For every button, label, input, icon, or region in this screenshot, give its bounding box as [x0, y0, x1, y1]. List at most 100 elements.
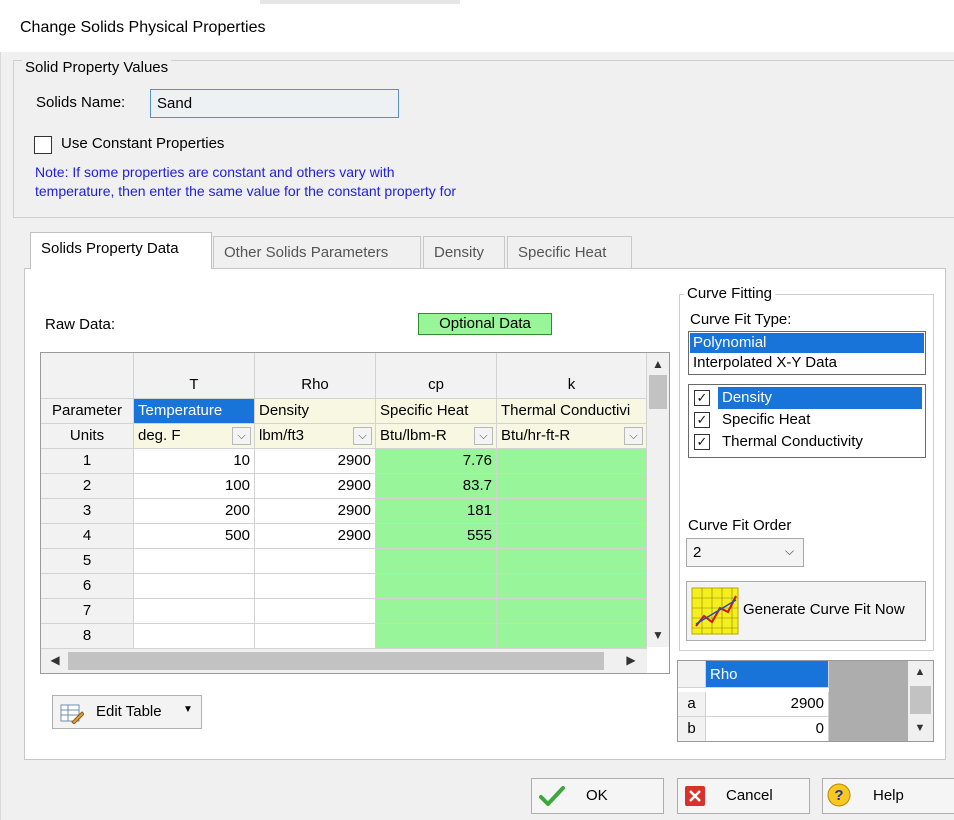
cell-thermal-conductivity[interactable]	[497, 574, 647, 599]
dropdown-icon[interactable]: ⌵	[624, 427, 643, 445]
column-symbol[interactable]: T	[134, 353, 255, 399]
coef-scroll-thumb[interactable]	[910, 686, 931, 714]
cell-thermal-conductivity[interactable]	[497, 599, 647, 624]
cell-thermal-conductivity[interactable]	[497, 549, 647, 574]
cancel-label[interactable]: Cancel	[726, 787, 773, 804]
units-dropdown[interactable]: lbm/ft3 ⌵	[255, 424, 376, 449]
tab-solids-property-data[interactable]: Solids Property Data	[30, 232, 212, 269]
solids-name-input[interactable]	[150, 89, 399, 118]
checkbox-checked-icon[interactable]: ✓	[694, 390, 710, 406]
cell-temperature[interactable]	[134, 549, 255, 574]
cell-temperature[interactable]	[134, 599, 255, 624]
solid-property-values-label: Solid Property Values	[22, 59, 172, 76]
use-constant-properties-label[interactable]: Use Constant Properties	[61, 135, 224, 152]
dropdown-icon[interactable]: ⌵	[474, 427, 493, 445]
help-icon: ?	[827, 783, 851, 807]
row-header-units: Units	[41, 424, 134, 449]
checkbox-checked-icon[interactable]: ✓	[694, 412, 710, 428]
parameter-cell[interactable]: Density	[255, 399, 376, 424]
coef-value[interactable]: 2900	[706, 692, 829, 717]
cell-specific-heat[interactable]	[376, 574, 497, 599]
row-number: 6	[41, 574, 134, 599]
parameter-cell[interactable]: Temperature	[134, 399, 255, 424]
checkmark-icon	[539, 786, 565, 806]
cell-thermal-conductivity[interactable]	[497, 499, 647, 524]
cell-density[interactable]	[255, 624, 376, 649]
tab-density[interactable]: Density	[423, 236, 505, 268]
property-item-thermal-conductivity[interactable]: ✓ Thermal Conductivity	[690, 431, 924, 453]
cell-temperature[interactable]: 200	[134, 499, 255, 524]
grid-horizontal-scroll-thumb[interactable]	[68, 652, 604, 670]
cell-density[interactable]: 2900	[255, 474, 376, 499]
cell-density[interactable]	[255, 599, 376, 624]
scroll-down-icon[interactable]: ▼	[911, 722, 929, 734]
edit-table-label[interactable]: Edit Table	[96, 703, 162, 720]
cell-temperature[interactable]: 10	[134, 449, 255, 474]
scroll-up-icon[interactable]: ▲	[911, 666, 929, 678]
property-label: Thermal Conductivity	[722, 433, 863, 450]
curve-fit-properties-list[interactable]: ✓ Density ✓ Specific Heat ✓ Thermal Cond…	[688, 384, 926, 458]
ok-label[interactable]: OK	[586, 787, 608, 804]
cell-temperature[interactable]: 500	[134, 524, 255, 549]
dropdown-icon[interactable]: ⌵	[232, 427, 251, 445]
cell-temperature[interactable]	[134, 624, 255, 649]
cell-thermal-conductivity[interactable]	[497, 449, 647, 474]
cell-specific-heat[interactable]	[376, 549, 497, 574]
cell-density[interactable]: 2900	[255, 449, 376, 474]
property-item-density[interactable]: ✓ Density	[690, 387, 924, 409]
cell-specific-heat[interactable]: 181	[376, 499, 497, 524]
generate-curve-fit-label[interactable]: Generate Curve Fit Now	[743, 601, 905, 618]
cell-specific-heat[interactable]: 555	[376, 524, 497, 549]
coef-column-header[interactable]: Rho	[706, 661, 829, 688]
cell-thermal-conductivity[interactable]	[497, 624, 647, 649]
property-item-specific-heat[interactable]: ✓ Specific Heat	[690, 409, 924, 431]
parameter-cell[interactable]: Thermal Conductivi	[497, 399, 647, 424]
help-label[interactable]: Help	[873, 787, 904, 804]
coef-value[interactable]: 0	[706, 717, 829, 741]
dropdown-icon[interactable]: ⌵	[353, 427, 372, 445]
cell-specific-heat[interactable]	[376, 624, 497, 649]
cell-thermal-conductivity[interactable]	[497, 474, 647, 499]
tab-label: Density	[434, 244, 485, 261]
units-dropdown[interactable]: Btu/hr-ft-R ⌵	[497, 424, 647, 449]
note-line-1: Note: If some properties are constant an…	[35, 164, 395, 180]
scroll-right-icon[interactable]: ▶	[622, 653, 640, 667]
curve-fit-type-list[interactable]: Polynomial Interpolated X-Y Data	[688, 331, 926, 375]
units-dropdown[interactable]: Btu/lbm-R ⌵	[376, 424, 497, 449]
parameter-cell[interactable]: Specific Heat	[376, 399, 497, 424]
scroll-left-icon[interactable]: ◀	[46, 653, 64, 667]
column-symbol[interactable]: k	[497, 353, 647, 399]
note-text: Note: If some properties are constant an…	[35, 163, 555, 201]
curve-fit-type-option[interactable]: Interpolated X-Y Data	[690, 353, 924, 373]
cell-specific-heat[interactable]: 7.76	[376, 449, 497, 474]
property-label: Density	[718, 387, 922, 409]
row-number: 7	[41, 599, 134, 624]
scroll-down-icon[interactable]: ▼	[649, 628, 667, 642]
cell-thermal-conductivity[interactable]	[497, 524, 647, 549]
units-dropdown[interactable]: deg. F ⌵	[134, 424, 255, 449]
caret-down-icon[interactable]: ▼	[183, 704, 193, 715]
cell-temperature[interactable]	[134, 574, 255, 599]
column-symbol[interactable]: cp	[376, 353, 497, 399]
cell-density[interactable]: 2900	[255, 524, 376, 549]
tab-label: Solids Property Data	[41, 240, 179, 257]
cell-density[interactable]	[255, 549, 376, 574]
tab-specific-heat[interactable]: Specific Heat	[507, 236, 632, 268]
chevron-down-icon[interactable]: ⌵	[785, 544, 794, 559]
grid-vertical-scroll-thumb[interactable]	[649, 375, 667, 409]
cell-density[interactable]: 2900	[255, 499, 376, 524]
cell-specific-heat[interactable]: 83.7	[376, 474, 497, 499]
use-constant-properties-checkbox[interactable]	[34, 136, 52, 154]
row-number: 1	[41, 449, 134, 474]
column-symbol[interactable]: Rho	[255, 353, 376, 399]
cell-specific-heat[interactable]	[376, 599, 497, 624]
cell-temperature[interactable]: 100	[134, 474, 255, 499]
units-value: Btu/hr-ft-R	[501, 427, 571, 444]
cell-density[interactable]	[255, 574, 376, 599]
curve-fit-type-option[interactable]: Polynomial	[690, 333, 924, 353]
scroll-up-icon[interactable]: ▲	[649, 357, 667, 371]
tab-other-solids-parameters[interactable]: Other Solids Parameters	[213, 236, 421, 268]
property-label: Specific Heat	[722, 411, 811, 428]
checkbox-checked-icon[interactable]: ✓	[694, 434, 710, 450]
units-value: deg. F	[138, 427, 181, 444]
